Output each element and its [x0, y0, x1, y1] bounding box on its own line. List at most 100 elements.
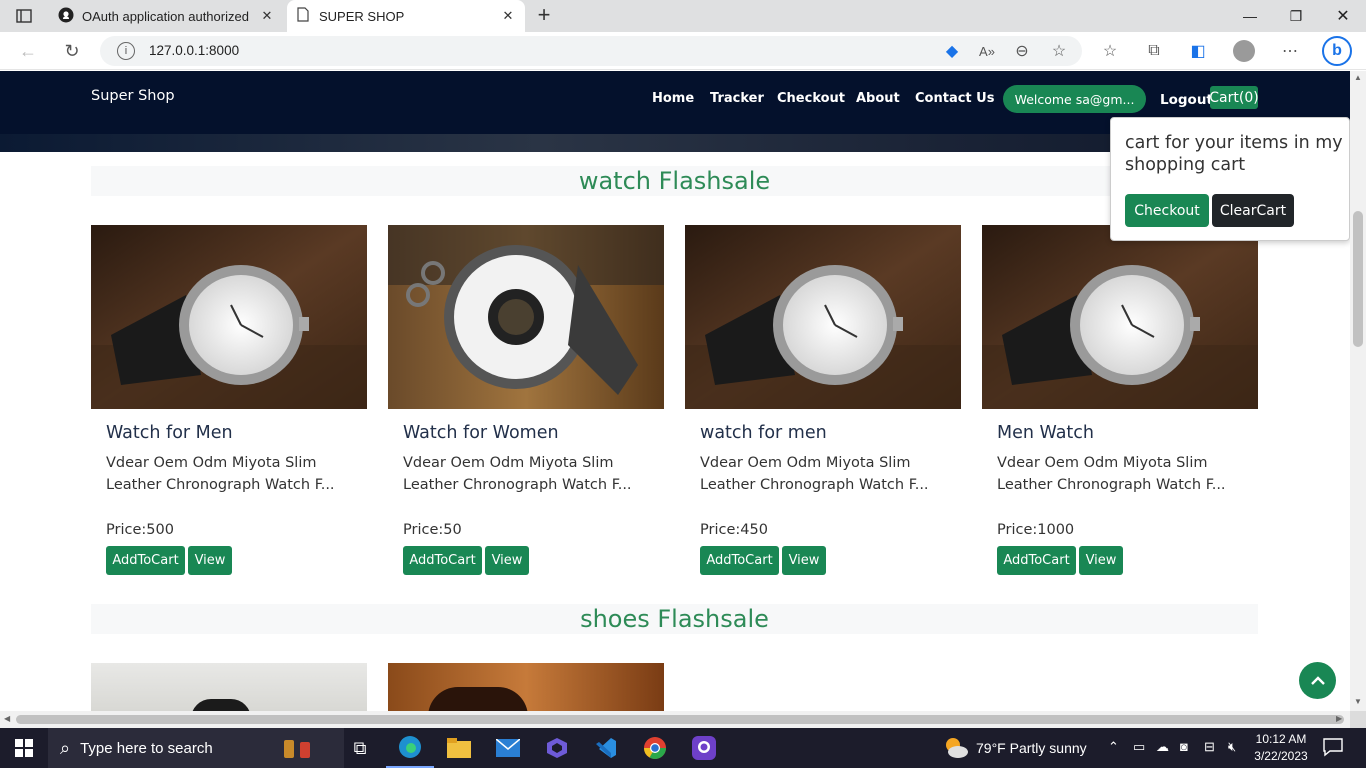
- scroll-down-arrow-icon[interactable]: ▼: [1354, 697, 1362, 706]
- product-image[interactable]: [91, 225, 367, 409]
- add-to-cart-button[interactable]: AddToCart: [403, 546, 482, 575]
- web-page: Super Shop Home Tracker Checkout About C…: [0, 71, 1350, 711]
- minimize-icon[interactable]: —: [1227, 0, 1273, 32]
- mail-icon[interactable]: [484, 728, 532, 768]
- task-view-icon[interactable]: ⧉: [336, 728, 384, 768]
- add-to-cart-button[interactable]: AddToCart: [700, 546, 779, 575]
- product-price: Price:450: [700, 522, 768, 538]
- weather-icon[interactable]: [943, 735, 969, 761]
- network-icon[interactable]: ⊟: [1204, 739, 1215, 755]
- popover-text: cart for your items in my shopping cart: [1125, 133, 1343, 175]
- nav-tracker[interactable]: Tracker: [710, 91, 764, 106]
- add-favorite-icon[interactable]: ☆: [1045, 38, 1073, 64]
- nav-home[interactable]: Home: [652, 91, 694, 106]
- read-aloud-icon[interactable]: A»: [973, 38, 1001, 64]
- product-card: Watch for Men Vdear Oem Odm Miyota Slim …: [91, 225, 367, 585]
- show-hidden-icons[interactable]: ⌃: [1108, 739, 1119, 755]
- url-text[interactable]: 127.0.0.1:8000: [149, 43, 239, 58]
- tab-title: OAuth application authorized: [82, 8, 249, 24]
- scroll-up-arrow-icon[interactable]: ▲: [1354, 73, 1362, 82]
- back-icon[interactable]: ←: [14, 38, 42, 64]
- favorites-icon[interactable]: ☆: [1096, 38, 1124, 64]
- brand-link[interactable]: Super Shop: [91, 88, 175, 104]
- profile-avatar[interactable]: [1233, 40, 1255, 62]
- view-button[interactable]: View: [485, 546, 529, 575]
- windows-start-icon[interactable]: [0, 728, 48, 768]
- vertical-scrollbar[interactable]: ▲ ▼: [1350, 71, 1366, 711]
- product-title[interactable]: Men Watch: [997, 423, 1094, 443]
- visual-studio-icon[interactable]: [533, 728, 581, 768]
- shopping-tag-icon[interactable]: ◆: [938, 38, 966, 64]
- product-title[interactable]: Watch for Women: [403, 423, 559, 443]
- search-placeholder: Type here to search: [80, 739, 213, 757]
- horizontal-scrollbar[interactable]: ◀ ▶: [0, 711, 1350, 728]
- product-description: Vdear Oem Odm Miyota Slim Leather Chrono…: [106, 455, 335, 493]
- close-tab-icon[interactable]: ✕: [260, 8, 274, 24]
- volume-muted-icon[interactable]: 🔇︎: [1228, 739, 1236, 755]
- scrollbar-thumb[interactable]: [16, 715, 1344, 724]
- lanterns-icon: [276, 734, 326, 764]
- refresh-icon[interactable]: ↻: [58, 38, 86, 64]
- popover-checkout-button[interactable]: Checkout: [1125, 194, 1209, 227]
- scroll-right-arrow-icon[interactable]: ▶: [1336, 714, 1342, 723]
- tab-oauth[interactable]: OAuth application authorized ✕: [48, 0, 284, 32]
- chevron-up-icon: [1310, 675, 1325, 685]
- collections-icon[interactable]: ⧉: [1140, 38, 1168, 64]
- scrollbar-corner: [1350, 711, 1366, 728]
- view-button[interactable]: View: [782, 546, 826, 575]
- nav-contact[interactable]: Contact Us: [915, 91, 994, 106]
- more-menu-icon[interactable]: ⋯: [1276, 38, 1304, 64]
- section-title: watch Flashsale: [91, 166, 1258, 196]
- view-button[interactable]: View: [1079, 546, 1123, 575]
- nav-checkout[interactable]: Checkout: [777, 91, 845, 106]
- tab-actions-icon[interactable]: [10, 6, 38, 26]
- file-explorer-icon[interactable]: [435, 728, 483, 768]
- scroll-to-top-button[interactable]: [1299, 662, 1336, 699]
- welcome-button[interactable]: Welcome sa@gm...: [1003, 85, 1146, 113]
- edge-extension-icon[interactable]: ◧: [1184, 38, 1212, 64]
- github-desktop-icon[interactable]: [680, 728, 728, 768]
- product-image[interactable]: [388, 663, 664, 711]
- chrome-icon[interactable]: [631, 728, 679, 768]
- onedrive-icon[interactable]: ☁: [1156, 739, 1169, 755]
- product-description: Vdear Oem Odm Miyota Slim Leather Chrono…: [997, 455, 1226, 493]
- tab-super-shop[interactable]: SUPER SHOP ✕: [287, 0, 525, 32]
- nav-about[interactable]: About: [856, 91, 900, 106]
- site-info-icon[interactable]: i: [117, 42, 135, 60]
- scroll-left-arrow-icon[interactable]: ◀: [4, 714, 10, 723]
- product-title[interactable]: watch for men: [700, 423, 827, 443]
- logout-link[interactable]: Logout: [1160, 92, 1213, 108]
- notifications-icon[interactable]: [1322, 737, 1344, 757]
- meet-now-icon[interactable]: ▭: [1133, 739, 1145, 755]
- address-bar[interactable]: [100, 36, 1082, 66]
- cart-button[interactable]: Cart(0): [1209, 86, 1259, 109]
- bing-icon[interactable]: b: [1322, 36, 1352, 66]
- camera-icon[interactable]: ◙: [1180, 739, 1188, 754]
- scrollbar-thumb[interactable]: [1353, 211, 1363, 347]
- new-tab-icon[interactable]: +: [533, 4, 555, 26]
- github-icon: [58, 7, 74, 26]
- close-window-icon[interactable]: ✕: [1320, 0, 1366, 32]
- add-to-cart-button[interactable]: AddToCart: [106, 546, 185, 575]
- clear-cart-button[interactable]: ClearCart: [1212, 194, 1294, 227]
- page-icon: [297, 7, 309, 25]
- product-image[interactable]: [685, 225, 961, 409]
- clock[interactable]: 10:12 AM 3/22/2023: [1250, 731, 1312, 765]
- product-card: Men Watch Vdear Oem Odm Miyota Slim Leat…: [982, 225, 1258, 585]
- view-button[interactable]: View: [188, 546, 232, 575]
- product-image[interactable]: [91, 663, 367, 711]
- tab-title: SUPER SHOP: [319, 8, 405, 24]
- zoom-out-icon[interactable]: ⊖: [1008, 38, 1036, 64]
- weather-text[interactable]: 79°F Partly sunny: [976, 740, 1087, 756]
- vscode-icon[interactable]: [582, 728, 630, 768]
- product-title[interactable]: Watch for Men: [106, 423, 233, 443]
- close-tab-icon[interactable]: ✕: [501, 8, 515, 24]
- product-description: Vdear Oem Odm Miyota Slim Leather Chrono…: [403, 455, 632, 493]
- edge-taskbar-icon[interactable]: [386, 728, 434, 768]
- product-image[interactable]: [982, 225, 1258, 409]
- restore-icon[interactable]: ❐: [1273, 0, 1319, 32]
- product-image[interactable]: [388, 225, 664, 409]
- product-card: watch for men Vdear Oem Odm Miyota Slim …: [685, 225, 961, 585]
- product-price: Price:1000: [997, 522, 1075, 538]
- add-to-cart-button[interactable]: AddToCart: [997, 546, 1076, 575]
